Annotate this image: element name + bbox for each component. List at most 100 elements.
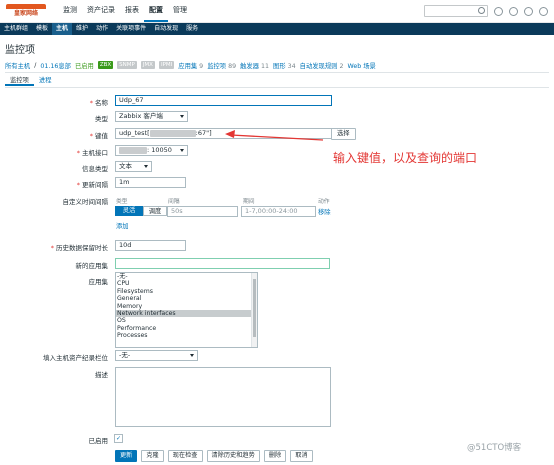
info-type-select[interactable]: 文本 (115, 161, 152, 172)
custom-header-type: 类型 (116, 199, 128, 205)
web-scenarios-link[interactable]: Web 场景 (347, 61, 375, 70)
host-status[interactable]: 已启用 (75, 61, 94, 70)
subnav-maintenance[interactable]: 维护 (72, 23, 92, 35)
triggers-count: 11 (261, 62, 270, 70)
description-label: 描述 (95, 371, 108, 379)
select-key-button[interactable]: 选择 (331, 128, 356, 140)
history-field[interactable]: 10d (115, 240, 186, 251)
interval-label-text: 更新间隔 (82, 181, 108, 189)
type-label: 类型 (95, 115, 108, 123)
app-option[interactable]: Memory (116, 303, 257, 310)
graphs-label: 图形 (273, 62, 286, 70)
main-menu: 监测 资产记录 报表 配置 管理 (58, 0, 192, 22)
app-option[interactable]: Processes (116, 332, 257, 339)
applications-list[interactable]: -无- CPU Filesystems General Memory Netwo… (115, 272, 258, 348)
menu-inventory[interactable]: 资产记录 (82, 0, 120, 22)
scrollbar-thumb[interactable] (253, 279, 256, 337)
description-textarea[interactable] (115, 367, 331, 427)
interface-select[interactable]: : 10050 (115, 145, 188, 156)
subnav-correlation[interactable]: 关联项事件 (112, 23, 150, 35)
history-label: * 历史数据保留时长 (8, 242, 108, 252)
menu-reports[interactable]: 报表 (120, 0, 144, 22)
menu-configuration[interactable]: 配置 (144, 0, 168, 22)
top-right-tools (424, 5, 548, 17)
required-mark: * (76, 181, 80, 189)
search-icon (478, 7, 485, 14)
subnav-discovery[interactable]: 自动发现 (150, 23, 182, 35)
logo-text: 皇家网络 (13, 10, 38, 17)
logo[interactable]: 皇家网络 (6, 4, 46, 18)
delete-button[interactable]: 删除 (263, 450, 287, 462)
app-option[interactable]: General (116, 295, 257, 302)
menu-administration[interactable]: 管理 (168, 0, 192, 22)
add-interval-link[interactable]: 添加 (116, 221, 129, 230)
update-button[interactable]: 更新 (115, 450, 138, 462)
app-option[interactable]: OS (116, 317, 257, 324)
required-mark: * (76, 149, 80, 157)
top-bar: 皇家网络 监测 资产记录 报表 配置 管理 (0, 0, 554, 23)
subnav-actions[interactable]: 动作 (92, 23, 112, 35)
key-label: * 键值 (8, 130, 108, 140)
support-icon[interactable] (509, 6, 518, 16)
sub-nav: 主机群组 模板 主机 维护 动作 关联项事件 自动发现 服务 (0, 23, 554, 35)
custom-interval-type-toggle: 灵活 调度 (115, 206, 167, 216)
subnav-services[interactable]: 服务 (182, 23, 202, 35)
all-hosts-link[interactable]: 所有主机 (5, 61, 30, 70)
enabled-label: 已启用 (88, 437, 109, 445)
clear-history-button[interactable]: 清除历史和趋势 (206, 450, 260, 462)
check-now-button[interactable]: 现在检查 (167, 450, 203, 462)
tab-process[interactable]: 进程 (34, 75, 57, 86)
app-option[interactable]: Performance (116, 325, 257, 332)
app-option[interactable]: CPU (116, 280, 257, 287)
required-mark: * (89, 99, 93, 107)
search-input[interactable] (424, 5, 488, 17)
jmx-badge: JMX (140, 61, 155, 69)
required-mark: * (89, 132, 93, 140)
enabled-checkbox[interactable]: ✓ (114, 434, 123, 443)
applications-label: 应用集 (88, 278, 109, 286)
info-type-label: 信息类型 (82, 165, 108, 173)
user-icon[interactable] (524, 6, 533, 16)
subnav-hosts[interactable]: 主机 (52, 23, 73, 35)
app-option-selected[interactable]: Network interfaces (116, 309, 257, 318)
subnav-templates[interactable]: 模板 (32, 23, 52, 35)
interval-field[interactable]: 1m (115, 177, 186, 188)
inventory-select[interactable]: -无- (115, 350, 198, 361)
interface-label-text: 主机接口 (82, 149, 108, 157)
menu-monitoring[interactable]: 监测 (58, 0, 82, 22)
custom-intervals-label: 自定义时间间隔 (62, 198, 109, 206)
subnav-host-groups[interactable]: 主机群组 (0, 23, 32, 35)
key-redacted (149, 129, 196, 137)
custom-interval-field[interactable]: 50s (167, 206, 238, 217)
name-field[interactable]: Udp_67 (115, 95, 332, 106)
breadcrumb: 所有主机 / 01.16息部 已启用 ZBX SNMP JMX IPMI 应用集… (5, 58, 549, 73)
annotation-arrow-icon (225, 130, 324, 141)
new-application-field[interactable] (115, 258, 330, 269)
custom-period-field[interactable]: 1-7,00:00-24:00 (241, 206, 316, 217)
applications-scrollbar[interactable] (251, 273, 257, 347)
key-suffix: :67"] (195, 129, 212, 137)
scheduling-option[interactable]: 调度 (143, 206, 167, 216)
flexible-option[interactable]: 灵活 (115, 206, 143, 216)
items-link[interactable]: 监控项 89 (207, 61, 236, 70)
logout-icon[interactable] (539, 6, 548, 16)
app-option[interactable]: -无- (116, 273, 257, 280)
type-select[interactable]: Zabbix 客户端 (115, 111, 188, 122)
applications-link[interactable]: 应用集 9 (178, 61, 203, 70)
interface-redacted (119, 146, 147, 154)
triggers-link[interactable]: 触发器 11 (240, 61, 269, 70)
new-application-label: 新的应用集 (75, 262, 109, 270)
help-icon[interactable] (494, 6, 503, 16)
required-mark: * (50, 244, 54, 252)
discovery-rules-link[interactable]: 自动发现规则 2 (300, 61, 344, 70)
remove-interval-link[interactable]: 移除 (318, 207, 331, 216)
clone-button[interactable]: 克隆 (141, 450, 164, 462)
app-option[interactable]: Filesystems (116, 288, 257, 295)
discovery-rules-label: 自动发现规则 (299, 62, 338, 70)
cancel-button[interactable]: 取消 (290, 450, 313, 462)
key-prefix: udp_test[ (119, 129, 150, 137)
tab-item[interactable]: 监控项 (5, 75, 34, 86)
host-link[interactable]: 01.16息部 (40, 61, 71, 70)
graphs-link[interactable]: 图形 34 (273, 61, 296, 70)
inventory-label: 填入主机资产纪录栏位 (43, 354, 108, 362)
